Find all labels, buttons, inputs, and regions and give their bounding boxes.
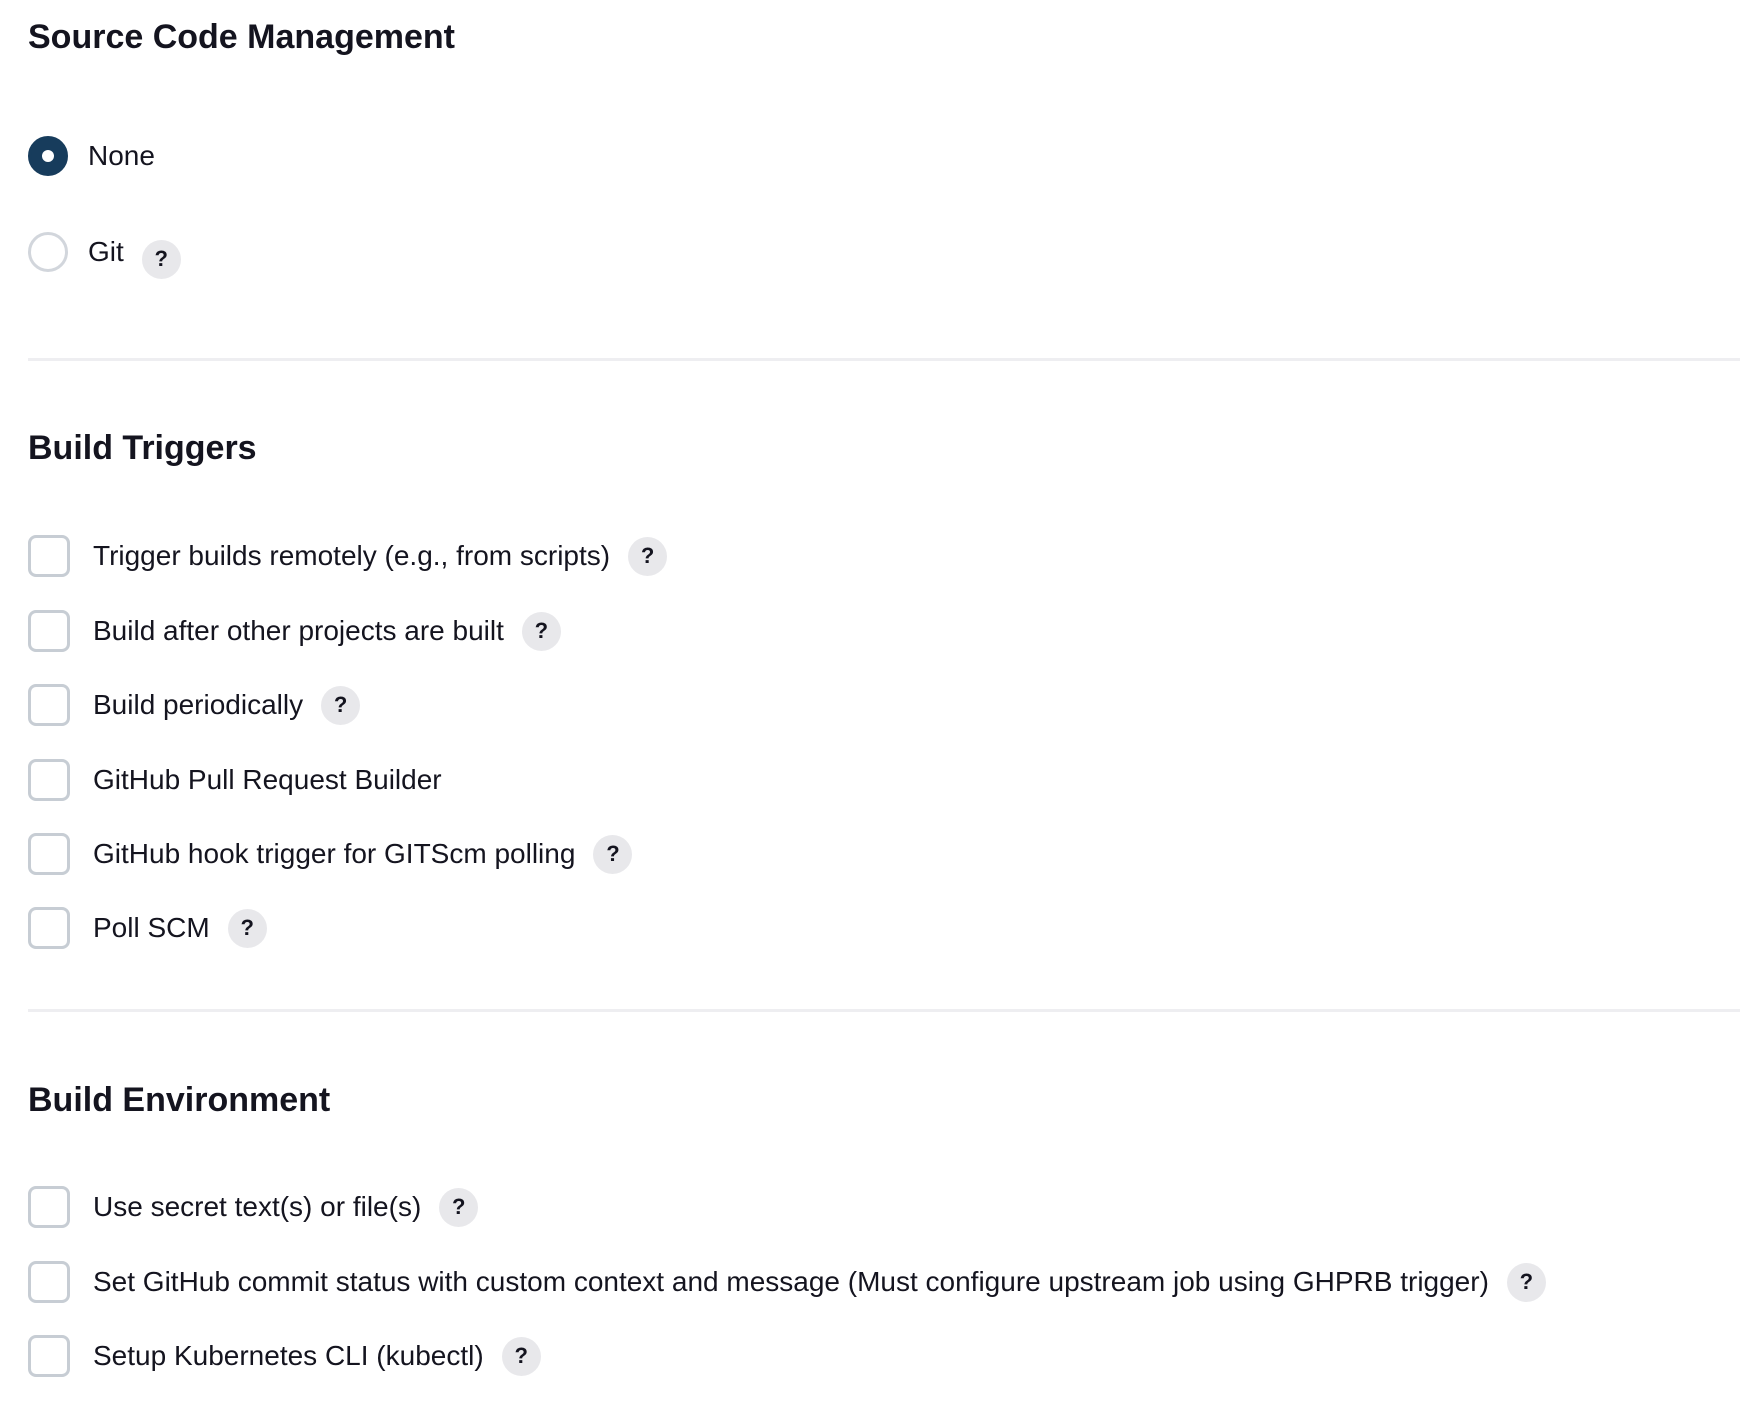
help-icon[interactable]: ? bbox=[141, 239, 181, 279]
kubectl-label[interactable]: Setup Kubernetes CLI (kubectl) bbox=[93, 1342, 484, 1370]
github-hook-trigger-label[interactable]: GitHub hook trigger for GITScm polling bbox=[93, 840, 575, 868]
github-commit-status-checkbox[interactable] bbox=[28, 1261, 70, 1303]
build-periodically-label[interactable]: Build periodically bbox=[93, 691, 303, 719]
help-icon[interactable]: ? bbox=[501, 1336, 541, 1376]
help-icon[interactable]: ? bbox=[628, 536, 668, 576]
github-commit-status-option[interactable]: Set GitHub commit status with custom con… bbox=[28, 1259, 1546, 1305]
section-divider bbox=[28, 1009, 1740, 1012]
scm-option-none[interactable]: None bbox=[28, 133, 155, 179]
kubectl-option[interactable]: Setup Kubernetes CLI (kubectl) ? bbox=[28, 1333, 541, 1379]
github-commit-status-label[interactable]: Set GitHub commit status with custom con… bbox=[93, 1268, 1489, 1296]
github-hook-trigger-option[interactable]: GitHub hook trigger for GITScm polling ? bbox=[28, 831, 633, 877]
github-pr-builder-label[interactable]: GitHub Pull Request Builder bbox=[93, 766, 442, 794]
trigger-remote-checkbox[interactable] bbox=[28, 535, 70, 577]
scm-git-label[interactable]: Git bbox=[88, 238, 124, 266]
scm-none-radio[interactable] bbox=[28, 136, 68, 176]
build-periodically-option[interactable]: Build periodically ? bbox=[28, 682, 361, 728]
build-after-other-label[interactable]: Build after other projects are built bbox=[93, 617, 504, 645]
build-periodically-checkbox[interactable] bbox=[28, 684, 70, 726]
help-icon[interactable]: ? bbox=[593, 834, 633, 874]
trigger-remote-option[interactable]: Trigger builds remotely (e.g., from scri… bbox=[28, 533, 668, 579]
help-icon[interactable]: ? bbox=[321, 685, 361, 725]
build-environment-title: Build Environment bbox=[28, 1081, 331, 1119]
scm-none-label[interactable]: None bbox=[88, 142, 155, 170]
build-triggers-title: Build Triggers bbox=[28, 429, 257, 467]
help-icon[interactable]: ? bbox=[521, 611, 561, 651]
scm-option-git[interactable]: Git ? bbox=[28, 229, 181, 279]
use-secret-checkbox[interactable] bbox=[28, 1186, 70, 1228]
poll-scm-label[interactable]: Poll SCM bbox=[93, 914, 210, 942]
help-icon[interactable]: ? bbox=[227, 908, 267, 948]
scm-section-title: Source Code Management bbox=[28, 18, 455, 56]
use-secret-option[interactable]: Use secret text(s) or file(s) ? bbox=[28, 1184, 479, 1230]
trigger-remote-label[interactable]: Trigger builds remotely (e.g., from scri… bbox=[93, 542, 610, 570]
poll-scm-option[interactable]: Poll SCM ? bbox=[28, 905, 267, 951]
build-after-other-checkbox[interactable] bbox=[28, 610, 70, 652]
use-secret-label[interactable]: Use secret text(s) or file(s) bbox=[93, 1193, 421, 1221]
scm-git-radio[interactable] bbox=[28, 232, 68, 272]
build-after-other-option[interactable]: Build after other projects are built ? bbox=[28, 608, 561, 654]
github-pr-builder-option[interactable]: GitHub Pull Request Builder bbox=[28, 757, 442, 803]
kubectl-checkbox[interactable] bbox=[28, 1335, 70, 1377]
section-divider bbox=[28, 358, 1740, 361]
github-pr-builder-checkbox[interactable] bbox=[28, 759, 70, 801]
github-hook-trigger-checkbox[interactable] bbox=[28, 833, 70, 875]
help-icon[interactable]: ? bbox=[1506, 1262, 1546, 1302]
help-icon[interactable]: ? bbox=[439, 1187, 479, 1227]
radio-selected-dot bbox=[42, 150, 54, 162]
poll-scm-checkbox[interactable] bbox=[28, 907, 70, 949]
